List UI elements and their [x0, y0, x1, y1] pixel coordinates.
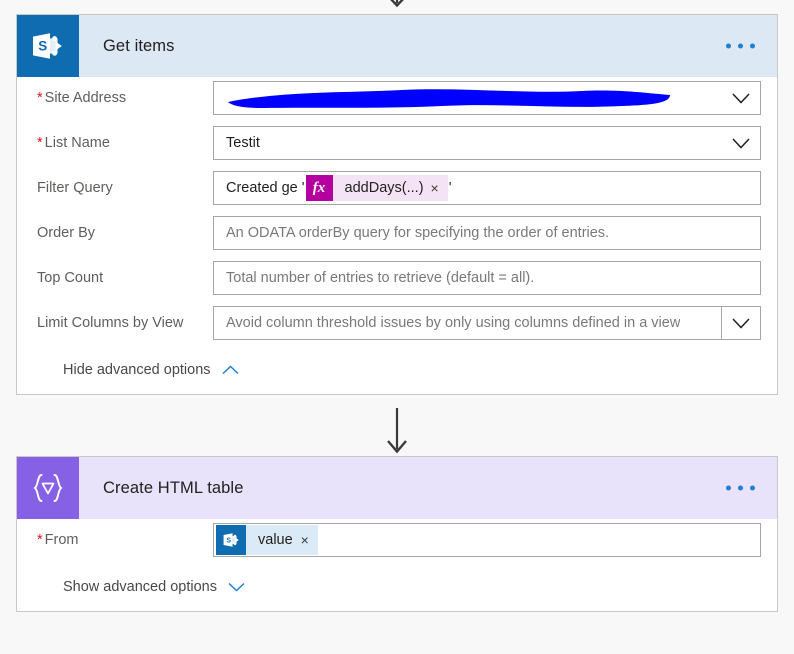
filter-query-input[interactable]: Created ge ' fx addDays(...) × ': [213, 171, 761, 205]
chevron-down-icon[interactable]: [721, 307, 760, 339]
form-row-limit-columns-by-view: Limit Columns by View Avoid column thres…: [17, 302, 777, 347]
list-name-dropdown[interactable]: Testit: [213, 126, 761, 160]
sharepoint-icon: S: [17, 15, 79, 77]
field-label-order-by: Order By: [37, 225, 96, 241]
more-options-icon[interactable]: [722, 480, 759, 497]
hide-advanced-options-button[interactable]: Hide advanced options: [17, 347, 239, 394]
form-row-list-name: * List Name Testit: [17, 122, 777, 167]
top-count-placeholder: Total number of entries to retrieve (def…: [226, 270, 535, 286]
field-label-limit-columns-by-view: Limit Columns by View: [37, 315, 184, 331]
arrow-down-icon: [390, 0, 404, 8]
chevron-up-icon: [222, 365, 239, 375]
form-row-site-address: * Site Address: [17, 77, 777, 122]
show-advanced-options-button[interactable]: Show advanced options: [17, 564, 245, 611]
data-operation-icon: [17, 457, 79, 519]
menu-dot: [726, 43, 731, 49]
action-card-get-items[interactable]: S Get items * Site Address * List Name T…: [16, 14, 778, 395]
field-label-site-address: * Site Address: [37, 90, 127, 106]
field-label-list-name: * List Name: [37, 135, 110, 151]
remove-token-icon[interactable]: ×: [431, 181, 448, 195]
sharepoint-icon: S: [216, 525, 246, 555]
required-asterisk: *: [37, 90, 43, 106]
from-input[interactable]: S value ×: [213, 523, 761, 557]
required-asterisk: *: [37, 532, 43, 548]
chevron-down-icon: [228, 582, 245, 592]
menu-dot: [738, 43, 743, 49]
fx-icon: fx: [305, 175, 333, 201]
required-asterisk: *: [37, 135, 43, 151]
order-by-placeholder: An ODATA orderBy query for specifying th…: [226, 225, 610, 241]
connector-arrow-top: [0, 0, 794, 12]
filter-query-suffix: ': [448, 180, 452, 196]
arrow-down-icon: [387, 408, 407, 454]
svg-text:S: S: [226, 536, 231, 544]
more-options-icon[interactable]: [722, 38, 759, 55]
redaction-overlay: [222, 85, 674, 112]
connector-arrow-middle: [0, 408, 794, 456]
field-label-top-count: Top Count: [37, 270, 104, 286]
top-count-input[interactable]: Total number of entries to retrieve (def…: [213, 261, 761, 295]
field-label-from: * From: [37, 532, 79, 548]
expression-token-label: addDays(...): [344, 180, 424, 196]
form-row-from: * From S value ×: [17, 519, 777, 564]
svg-text:S: S: [38, 38, 47, 53]
menu-dot: [726, 485, 731, 491]
limit-columns-dropdown[interactable]: Avoid column threshold issues by only us…: [213, 306, 761, 340]
menu-dot: [738, 485, 743, 491]
chevron-down-icon[interactable]: [722, 127, 760, 159]
order-by-input[interactable]: An ODATA orderBy query for specifying th…: [213, 216, 761, 250]
limit-columns-placeholder: Avoid column threshold issues by only us…: [226, 315, 681, 331]
advanced-options-label: Hide advanced options: [63, 362, 211, 378]
chevron-down-icon[interactable]: [722, 82, 760, 114]
dynamic-content-token-value[interactable]: S value ×: [216, 525, 318, 555]
action-card-create-html-table[interactable]: Create HTML table * From S value × Show …: [16, 456, 778, 612]
form-row-top-count: Top Count Total number of entries to ret…: [17, 257, 777, 302]
card-body-get-items: * Site Address * List Name Testit Filter…: [17, 77, 777, 394]
form-row-filter-query: Filter Query Created ge ' fx addDays(...…: [17, 167, 777, 212]
menu-dot: [750, 485, 755, 491]
list-name-value: Testit: [226, 135, 260, 151]
form-row-order-by: Order By An ODATA orderBy query for spec…: [17, 212, 777, 257]
card-header-get-items[interactable]: S Get items: [17, 15, 777, 77]
expression-token-adddays[interactable]: fx addDays(...) ×: [305, 175, 448, 201]
card-title: Create HTML table: [103, 478, 244, 497]
card-body-create-html-table: * From S value × Show advanced options: [17, 519, 777, 611]
dynamic-token-label: value: [258, 532, 293, 548]
card-header-create-html-table[interactable]: Create HTML table: [17, 457, 777, 519]
filter-query-prefix: Created ge ': [226, 180, 305, 196]
menu-dot: [750, 43, 755, 49]
site-address-dropdown[interactable]: [213, 81, 761, 115]
advanced-options-label: Show advanced options: [63, 579, 217, 595]
card-title: Get items: [103, 36, 175, 55]
field-label-filter-query: Filter Query: [37, 180, 113, 196]
remove-token-icon[interactable]: ×: [301, 533, 318, 547]
